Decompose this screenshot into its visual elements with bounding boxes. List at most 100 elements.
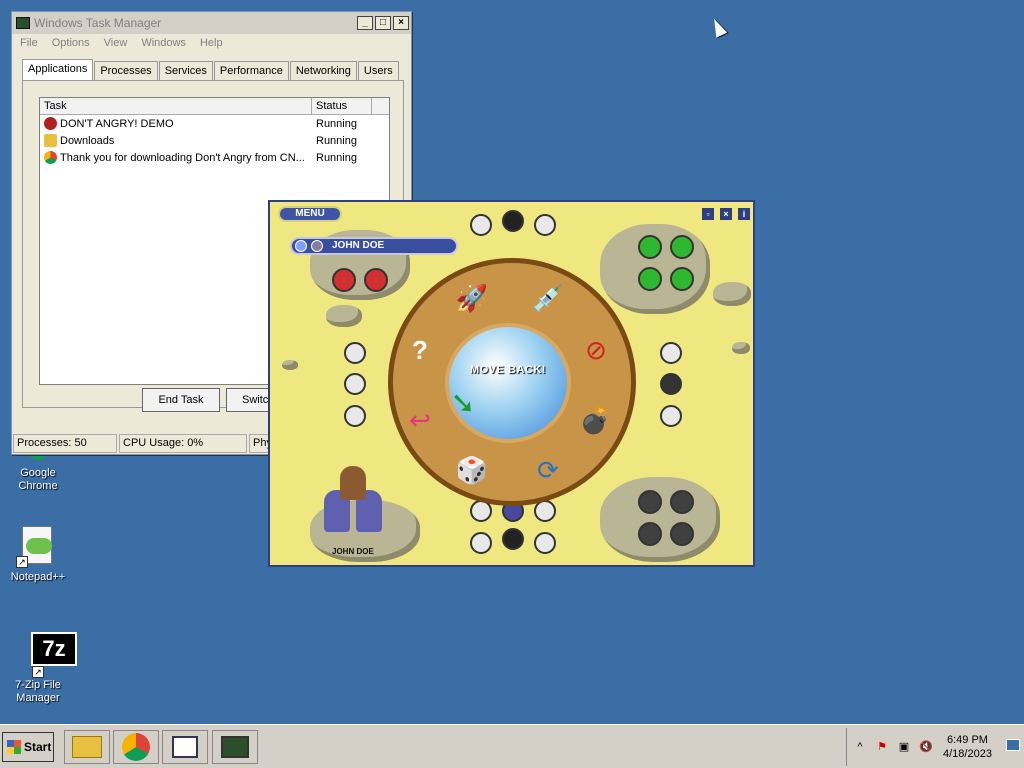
network-icon[interactable]: ▣ — [897, 740, 911, 754]
chrome-icon — [44, 151, 57, 164]
minimize-button[interactable]: _ — [357, 16, 373, 30]
column-task[interactable]: Task — [40, 98, 312, 114]
tray-expand-icon[interactable]: ^ — [853, 740, 867, 754]
start-button[interactable]: Start — [2, 732, 54, 762]
close-icon[interactable]: × — [720, 208, 732, 220]
task-status: Running — [316, 134, 357, 147]
menu-windows[interactable]: Windows — [141, 37, 186, 49]
board-cell[interactable] — [470, 532, 492, 554]
windows-logo-icon — [7, 740, 21, 754]
back-arrow-icon[interactable]: ↩ — [400, 400, 440, 440]
folder-icon — [44, 134, 57, 147]
tab-processes[interactable]: Processes — [94, 61, 158, 81]
shortcut-arrow-icon: ↗ — [32, 666, 44, 678]
7zip-badge: 7z — [31, 632, 77, 666]
column-status[interactable]: Status — [312, 98, 372, 114]
maximize-button[interactable]: □ — [375, 16, 391, 30]
task-list-header: Task Status — [40, 98, 389, 115]
menu-help[interactable]: Help — [200, 37, 223, 49]
dice-plus-icon[interactable]: 🎲 — [452, 450, 492, 490]
home-slot-green[interactable] — [670, 235, 694, 259]
clock-date: 4/18/2023 — [943, 748, 992, 760]
board-cell[interactable] — [660, 373, 682, 395]
document-icon — [172, 736, 198, 758]
task-name: Downloads — [60, 134, 115, 147]
action-center-flag-icon[interactable]: ⚑ — [875, 740, 889, 754]
window-title: Windows Task Manager — [34, 16, 162, 30]
rocket-icon[interactable]: 🚀 — [452, 278, 492, 318]
clock[interactable]: 6:49 PM 4/18/2023 — [943, 733, 992, 761]
center-action-text: MOVE BACK! — [470, 364, 546, 376]
board-cell[interactable] — [502, 210, 524, 232]
taskbar-app-taskmgr[interactable] — [212, 730, 258, 764]
menu-button[interactable]: MENU — [278, 206, 342, 222]
show-desktop-button[interactable] — [1006, 739, 1020, 751]
home-slot-black[interactable] — [638, 522, 662, 546]
title-bar[interactable]: Windows Task Manager _ □ × — [12, 12, 411, 34]
close-button[interactable]: × — [393, 16, 409, 30]
home-slot-black[interactable] — [638, 490, 662, 514]
tab-services[interactable]: Services — [158, 61, 213, 81]
taskmgr-icon — [16, 17, 30, 29]
home-slot-green[interactable] — [670, 267, 694, 291]
board-cell[interactable] — [470, 214, 492, 236]
board-cell[interactable] — [534, 214, 556, 236]
tab-networking[interactable]: Networking — [289, 61, 357, 81]
home-slot-red[interactable] — [364, 268, 388, 292]
green-arrow-icon: ➘ — [450, 386, 476, 420]
character-label: JOHN DOE — [332, 547, 374, 556]
home-slot-green[interactable] — [638, 235, 662, 259]
taskbar-app-explorer[interactable] — [64, 730, 110, 764]
table-row[interactable]: DON'T ANGRY! DEMO Running — [40, 115, 389, 132]
7zip-icon: 7z ↗ — [16, 632, 77, 678]
board-cell[interactable] — [660, 342, 682, 364]
pebble — [732, 342, 750, 354]
table-row[interactable]: Downloads Running — [40, 132, 389, 149]
game-window[interactable]: MENU ▫ × i 🚀 💉 ? ⊘ ↩ 💣 🎲 ⟳ MOVE BACK! ➘ — [268, 200, 755, 567]
menu-bar: File Options View Windows Help — [12, 34, 411, 52]
tab-applications[interactable]: Applications — [22, 59, 94, 81]
taskbar-app-document[interactable] — [162, 730, 208, 764]
question-icon[interactable]: ? — [400, 330, 440, 370]
board-cell[interactable] — [344, 373, 366, 395]
bomb-icon[interactable]: 💣 — [576, 400, 616, 440]
board-cell[interactable] — [502, 528, 524, 550]
board-cell[interactable] — [660, 405, 682, 427]
desktop-icon-notepadpp[interactable]: ↗ Notepad++ — [0, 524, 76, 584]
board-cell[interactable] — [344, 342, 366, 364]
center-hub[interactable] — [445, 323, 571, 443]
no-entry-icon[interactable]: ⊘ — [576, 330, 616, 370]
menu-file[interactable]: File — [20, 37, 38, 49]
shortcut-arrow-icon: ↗ — [16, 556, 28, 568]
status-processes: Processes: 50 — [13, 434, 117, 453]
table-row[interactable]: Thank you for downloading Don't Angry fr… — [40, 149, 389, 166]
start-label: Start — [24, 740, 52, 754]
menu-options[interactable]: Options — [52, 37, 90, 49]
board-cell[interactable] — [534, 532, 556, 554]
home-slot-green[interactable] — [638, 267, 662, 291]
restore-icon[interactable]: ▫ — [702, 208, 714, 220]
player-info-icon[interactable] — [295, 240, 307, 252]
home-slot-black[interactable] — [670, 522, 694, 546]
player-avatar-icon — [311, 240, 323, 252]
desktop-icon-7zip[interactable]: 7z ↗ 7-Zip File Manager — [0, 632, 77, 705]
menu-view[interactable]: View — [104, 37, 128, 49]
home-slot-red[interactable] — [332, 268, 356, 292]
home-slot-black[interactable] — [670, 490, 694, 514]
player-name: JOHN DOE — [332, 240, 385, 251]
tab-users[interactable]: Users — [357, 61, 399, 81]
refresh-icon[interactable]: ⟳ — [528, 450, 568, 490]
tab-performance[interactable]: Performance — [213, 61, 289, 81]
desktop-icon-label: 7-Zip File Manager — [15, 679, 61, 704]
desktop-icon-label: Notepad++ — [10, 571, 66, 583]
volume-muted-icon[interactable]: 🔇 — [919, 740, 933, 754]
info-icon[interactable]: i — [738, 208, 750, 220]
syringe-icon[interactable]: 💉 — [528, 278, 568, 318]
board-cell[interactable] — [344, 405, 366, 427]
end-task-button[interactable]: End Task — [142, 388, 220, 412]
notepadpp-icon: ↗ — [16, 524, 60, 568]
game-icon — [44, 117, 57, 130]
taskbar-app-chrome[interactable] — [113, 730, 159, 764]
pebble — [326, 305, 362, 327]
mouse-cursor-icon — [708, 16, 728, 38]
